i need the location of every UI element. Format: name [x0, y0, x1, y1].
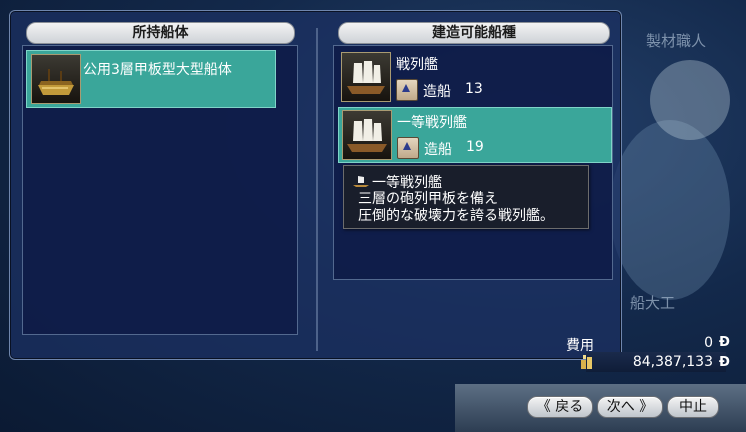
tooltip-title: 一等戦列艦	[372, 175, 442, 191]
ship-of-the-line-icon	[341, 52, 391, 102]
build-skill-label: 造船	[423, 84, 451, 100]
ship-name: 戦列艦	[396, 57, 438, 73]
npc-label-lumberjack: 製材職人	[646, 32, 707, 50]
back-button[interactable]: 《 戻る	[527, 396, 593, 418]
background-npc-figure-2	[650, 60, 730, 140]
ducat-currency-icon: Ð	[719, 335, 730, 350]
next-button[interactable]: 次へ 》	[597, 396, 663, 418]
hull-item[interactable]: 公用3層甲板型大型船体	[26, 50, 276, 108]
money-value: 84,387,133	[632, 354, 713, 370]
shipbuilding-skill-icon	[397, 137, 419, 159]
ship-name: 一等戦列艦	[397, 115, 467, 131]
ship-item-ship-of-the-line[interactable]: 戦列艦 造船 13	[337, 50, 607, 102]
shipbuilding-skill-icon	[396, 79, 418, 101]
first-rate-ship-icon	[342, 110, 392, 160]
build-skill-value: 13	[465, 81, 483, 97]
ship-tooltip: 一等戦列艦 三層の砲列甲板を備え 圧倒的な破壊力を誇る戦列艦。	[343, 165, 589, 229]
build-skill-value: 19	[466, 139, 484, 155]
coins-icon	[581, 355, 592, 369]
cancel-button[interactable]: 中止	[667, 396, 719, 418]
ducat-currency-icon: Ð	[719, 355, 730, 370]
hull-icon	[31, 54, 81, 104]
ship-item-first-rate[interactable]: 一等戦列艦 造船 19	[338, 107, 612, 163]
ship-type-icon	[353, 176, 369, 187]
buildable-ships-header: 建造可能船種	[338, 22, 610, 44]
cost-value: 0	[704, 335, 713, 351]
owned-hulls-list: 公用3層甲板型大型船体	[22, 45, 298, 335]
npc-label-shipwright: 船大工	[630, 294, 676, 312]
owned-hulls-header: 所持船体	[26, 22, 295, 44]
buildable-ships-list: 戦列艦 造船 13 一等戦列艦 造船 19	[333, 45, 613, 280]
hull-item-label: 公用3層甲板型大型船体	[83, 62, 232, 78]
background-npc-figure	[610, 120, 730, 300]
panel-divider	[316, 28, 318, 351]
build-skill-label: 造船	[424, 142, 452, 158]
tooltip-description: 三層の砲列甲板を備え 圧倒的な破壊力を誇る戦列艦。	[358, 191, 554, 224]
